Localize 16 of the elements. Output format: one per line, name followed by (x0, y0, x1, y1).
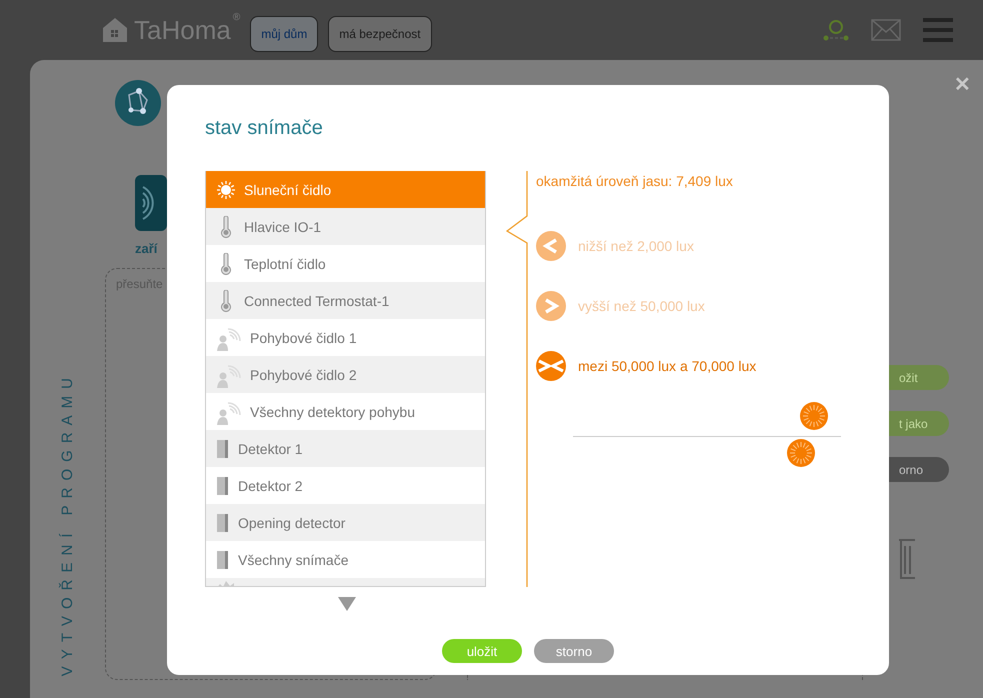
close-icon[interactable]: ✕ (954, 72, 971, 97)
sensor-item[interactable]: Connected Termostat-1 (206, 282, 485, 319)
sensor-item[interactable]: Pohybové čidlo 2 (206, 356, 485, 393)
side-title: VYTVOŘENÍ PROGRAMU (59, 370, 76, 676)
nav-tab[interactable]: můj dům (250, 16, 318, 52)
trademark: ® (232, 12, 240, 23)
nav-tab[interactable]: má bezpečnost (328, 16, 432, 52)
sensor-item[interactable]: Opening detector (206, 504, 485, 541)
sensor-item[interactable]: Sluneční čidlo (206, 171, 485, 208)
dialog-title: stav snímače (205, 117, 324, 141)
sensor-item[interactable]: Detektor 1 (206, 430, 485, 467)
current-reading: okamžitá úroveň jasu: 7,409 lux (536, 173, 734, 191)
condition-option[interactable]: mezi 50,000 lux a 70,000 lux (536, 351, 841, 381)
device-label: zaří (135, 241, 159, 256)
sensor-item[interactable]: Hlavice IO-1 (206, 208, 485, 245)
cancel-button[interactable]: storno (534, 639, 614, 663)
